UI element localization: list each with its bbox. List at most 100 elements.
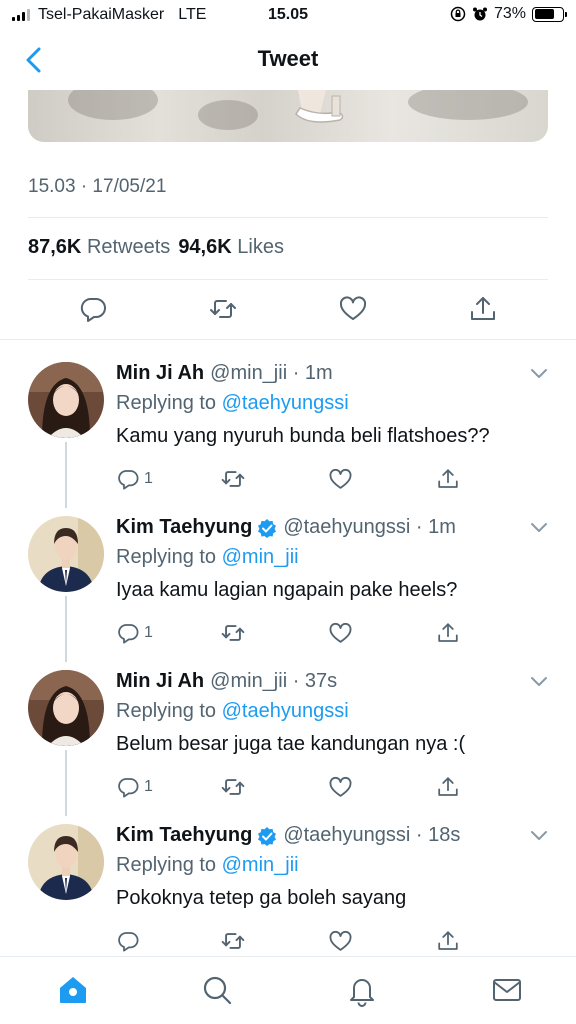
reply-tweet[interactable]: Min Ji Ah @min_jii · 1m Replying to @taehy…	[0, 348, 576, 508]
replying-to-link[interactable]: @taehyungssi	[222, 392, 349, 414]
tab-home[interactable]	[56, 973, 90, 1007]
replying-prefix: Replying to	[116, 854, 217, 876]
replying-to: Replying to @min_jii	[116, 546, 299, 569]
retweet-icon	[221, 779, 245, 795]
retweet-icon	[210, 300, 236, 318]
like-icon	[329, 776, 352, 797]
like-icon	[329, 930, 352, 951]
retweets-stat[interactable]: 87,6K Retweets	[28, 236, 170, 259]
avatar[interactable]	[28, 362, 104, 438]
reply-button[interactable]	[78, 294, 108, 324]
like-button[interactable]	[328, 928, 353, 954]
replying-to-link[interactable]: @min_jii	[222, 854, 299, 876]
reply-text: Pokoknya tetep ga boleh sayang	[116, 887, 407, 909]
likes-stat[interactable]: 94,6K Likes	[178, 236, 284, 259]
image-shadow	[408, 90, 528, 120]
share-button[interactable]	[436, 928, 460, 954]
display-name[interactable]: Min Ji Ah	[116, 670, 204, 693]
reply-button[interactable]: 1	[116, 774, 153, 800]
reply-count: 1	[144, 778, 153, 795]
chevron-down-icon[interactable]	[530, 368, 548, 380]
retweet-button[interactable]	[220, 466, 246, 492]
reply-header: Kim Taehyung @taehyungssi · 18s	[116, 824, 460, 847]
display-name[interactable]: Kim Taehyung	[116, 824, 252, 847]
tweet-media-image[interactable]	[28, 90, 548, 142]
share-icon	[471, 297, 495, 320]
retweet-button[interactable]	[220, 928, 246, 954]
verified-badge-icon	[258, 518, 277, 538]
battery-fill	[534, 9, 555, 19]
replying-to: Replying to @taehyungssi	[116, 392, 349, 415]
reply-action-bar: 1	[116, 620, 476, 646]
reply-header: Min Ji Ah @min_jii · 1m	[116, 362, 333, 385]
retweets-count: 87,6K	[28, 236, 82, 258]
reply-icon	[118, 624, 139, 644]
share-icon	[438, 623, 458, 642]
page-title: Tweet	[257, 46, 319, 71]
replying-to: Replying to @taehyungssi	[116, 700, 349, 723]
replying-prefix: Replying to	[116, 546, 217, 568]
like-button[interactable]	[338, 294, 368, 324]
reply-tweet[interactable]: Kim Taehyung @taehyungssi · 18s Replying t…	[0, 810, 576, 964]
handle-time: @taehyungssi · 1m	[283, 516, 456, 538]
reply-tweet[interactable]: Min Ji Ah @min_jii · 37s Replying to @taeh…	[0, 656, 576, 816]
reply-icon	[118, 932, 139, 952]
reply-text: Kamu yang nyuruh bunda beli flatshoes??	[116, 425, 490, 447]
tab-notifications[interactable]	[345, 973, 379, 1007]
replying-to: Replying to @min_jii	[116, 854, 299, 877]
tab-messages[interactable]	[490, 973, 524, 1007]
reply-button[interactable]: 1	[116, 620, 153, 646]
retweet-button[interactable]	[220, 774, 246, 800]
like-button[interactable]	[328, 466, 353, 492]
share-button[interactable]	[436, 774, 460, 800]
share-button[interactable]	[468, 294, 498, 324]
chevron-down-icon[interactable]	[530, 830, 548, 842]
avatar[interactable]	[28, 670, 104, 746]
status-bar: Tsel-PakaiMasker LTE 15.05 73%	[0, 0, 576, 30]
share-icon	[438, 469, 458, 488]
reply-header: Min Ji Ah @min_jii · 37s	[116, 670, 337, 693]
tweet-stats: 87,6K Retweets 94,6K Likes	[28, 236, 284, 259]
retweet-icon	[221, 471, 245, 487]
messages-icon	[493, 979, 521, 1001]
reply-header: Kim Taehyung @taehyungssi · 1m	[116, 516, 456, 539]
search-icon	[203, 976, 232, 1005]
handle-time: @taehyungssi · 18s	[283, 824, 461, 846]
avatar[interactable]	[28, 516, 104, 592]
reply-count: 1	[144, 470, 153, 487]
divider	[0, 339, 576, 340]
shoe-image	[295, 90, 344, 123]
display-name[interactable]: Kim Taehyung	[116, 516, 252, 539]
chevron-down-icon[interactable]	[530, 676, 548, 688]
thread-connector	[65, 596, 67, 662]
display-name[interactable]: Min Ji Ah	[116, 362, 204, 385]
replying-to-link[interactable]: @taehyungssi	[222, 700, 349, 722]
like-button[interactable]	[328, 620, 353, 646]
reply-text: Belum besar juga tae kandungan nya :(	[116, 733, 466, 755]
replying-prefix: Replying to	[116, 700, 217, 722]
share-button[interactable]	[436, 466, 460, 492]
like-button[interactable]	[328, 774, 353, 800]
retweets-label: Retweets	[86, 236, 171, 258]
reply-action-bar: 1	[116, 466, 476, 492]
share-button[interactable]	[436, 620, 460, 646]
reply-icon	[80, 298, 106, 322]
likes-label: Likes	[237, 236, 284, 258]
reply-tweet[interactable]: Kim Taehyung @taehyungssi · 1m Replying to…	[0, 502, 576, 662]
replying-to-link[interactable]: @min_jii	[222, 546, 299, 568]
avatar[interactable]	[28, 824, 104, 900]
retweet-icon	[221, 625, 245, 641]
like-icon	[329, 468, 352, 489]
reply-button[interactable]: 1	[116, 466, 153, 492]
like-icon	[329, 622, 352, 643]
tab-search[interactable]	[200, 973, 234, 1007]
share-icon	[438, 777, 458, 796]
chevron-down-icon[interactable]	[530, 522, 548, 534]
reply-icon	[118, 778, 139, 798]
handle-time: @min_jii · 37s	[210, 670, 338, 692]
bottom-tab-bar	[0, 956, 576, 1024]
divider	[28, 279, 548, 280]
retweet-button[interactable]	[220, 620, 246, 646]
reply-button[interactable]	[116, 928, 144, 954]
retweet-button[interactable]	[208, 294, 238, 324]
